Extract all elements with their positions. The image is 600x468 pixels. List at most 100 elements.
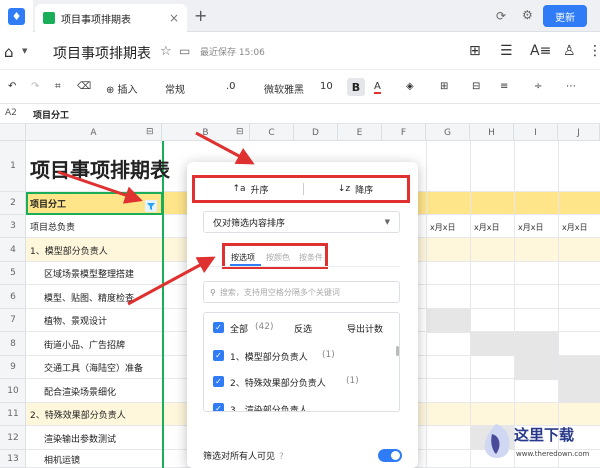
tab-by-color[interactable]: 按颜色 [266, 252, 290, 263]
more-tools-icon[interactable]: ⋯ [566, 81, 576, 92]
border-icon[interactable]: ⊞ [440, 81, 448, 92]
menu-icon[interactable]: ☰ [500, 43, 513, 59]
column-header[interactable]: A [26, 124, 162, 141]
bold-button[interactable]: B [347, 78, 365, 96]
row-number[interactable]: 8 [0, 332, 26, 356]
date-cell[interactable]: x月x日 [562, 222, 587, 233]
row-number[interactable]: 2 [0, 192, 26, 215]
valign-icon[interactable]: ÷ [534, 81, 542, 92]
toggle-knob [391, 451, 400, 460]
format-painter-icon[interactable]: ⌗ [55, 81, 61, 92]
undo-icon[interactable]: ↶ [8, 81, 16, 92]
checkbox-item[interactable]: ✓ [213, 403, 224, 411]
date-cell[interactable]: x月x日 [518, 222, 543, 233]
cell-a6[interactable]: 模型、贴图、精度检查 [44, 285, 134, 309]
add-icon[interactable]: ⊞ [469, 43, 481, 59]
align-icon[interactable]: ≡ [500, 81, 508, 92]
row-number[interactable]: 5 [0, 262, 26, 285]
row-number[interactable]: 10 [0, 379, 26, 403]
chevron-down-icon[interactable]: ▼ [22, 47, 27, 55]
filter-item-count: (1) [322, 350, 335, 360]
tab-by-value[interactable]: 按选项 [231, 252, 255, 263]
cell-a5[interactable]: 区域场景模型整理搭建 [44, 262, 134, 285]
help-icon[interactable]: ? [279, 452, 284, 462]
redo-icon[interactable]: ↷ [31, 81, 39, 92]
row-number[interactable]: 6 [0, 285, 26, 309]
column-divider [426, 141, 427, 468]
export-count-button[interactable]: 导出计数 [347, 322, 383, 335]
home-icon[interactable]: ⌂ [4, 43, 14, 61]
tab-by-condition[interactable]: 按条件 [299, 252, 323, 263]
filter-icon[interactable]: ⊟ [146, 127, 154, 137]
number-format-select[interactable]: 常规 [165, 81, 185, 96]
row-number[interactable]: 13 [0, 450, 26, 468]
text-style-icon[interactable]: A≡ [530, 43, 551, 59]
cell-a12[interactable]: 渲染输出参数测试 [44, 426, 116, 450]
column-header[interactable]: F [382, 124, 426, 141]
doc-tab[interactable]: 项目事项排期表 × [35, 4, 187, 32]
app-logo[interactable]: ♦ [0, 0, 33, 32]
row-number[interactable]: 9 [0, 356, 26, 379]
invert-selection-button[interactable]: 反选 [294, 322, 312, 335]
cell-a9[interactable]: 交通工具（海陆空）准备 [44, 356, 143, 379]
cell-a2[interactable]: 项目分工 [30, 192, 66, 215]
folder-icon[interactable]: ▭ [179, 44, 190, 58]
row-number[interactable]: 4 [0, 238, 26, 262]
cell-a8[interactable]: 街道小品、广告招牌 [44, 332, 125, 356]
filter-search-input[interactable]: ⚲ 搜索，支持用空格分隔多个关键词 [203, 281, 400, 303]
checkbox-item[interactable]: ✓ [213, 350, 224, 361]
column-header[interactable]: G [426, 124, 470, 141]
new-tab-button[interactable]: + [194, 6, 207, 25]
filter-active-icon[interactable] [145, 200, 157, 212]
update-button[interactable]: 更新 [543, 5, 587, 27]
settings-icon[interactable]: ⚙ [522, 8, 533, 22]
cell-a10[interactable]: 配合渲染场景细化 [44, 379, 116, 403]
scrollbar[interactable] [396, 346, 399, 356]
date-cell[interactable]: x月x日 [430, 222, 455, 233]
font-select[interactable]: 微软雅黑 [264, 81, 304, 96]
row-number[interactable]: 7 [0, 309, 26, 332]
filter-icon[interactable]: ⊟ [236, 127, 244, 137]
column-header[interactable]: C [250, 124, 294, 141]
visible-to-all-toggle[interactable] [378, 449, 402, 462]
select-all-corner[interactable] [0, 124, 26, 141]
decimal-select[interactable]: .0 [226, 81, 236, 92]
sort-ascending-button[interactable]: ↑a 升序 [198, 180, 303, 198]
cell-a11[interactable]: 2、特殊效果部分负责人 [30, 403, 126, 426]
row-number[interactable]: 11 [0, 403, 26, 426]
star-icon[interactable]: ☆ [160, 44, 172, 59]
cell-reference[interactable]: A2 [5, 108, 17, 118]
eraser-icon[interactable]: ⌫ [77, 81, 91, 92]
column-header[interactable]: J [558, 124, 600, 141]
row-number[interactable]: 3 [0, 215, 26, 238]
date-cell[interactable]: x月x日 [474, 222, 499, 233]
cell-a3[interactable]: 项目总负责 [30, 215, 75, 238]
sort-descending-button[interactable]: ↓z 降序 [303, 180, 408, 198]
column-header[interactable]: H [470, 124, 514, 141]
cell-a4[interactable]: 1、模型部分负责人 [30, 238, 108, 262]
page-title[interactable]: 项目事项排期表 [53, 43, 151, 63]
close-icon[interactable]: × [169, 11, 179, 25]
font-size-select[interactable]: 10 [320, 81, 333, 92]
insert-button[interactable]: ⊕ 插入 [106, 81, 138, 96]
sort-scope-select[interactable]: 仅对筛选内容排序 ▼ [203, 211, 400, 233]
column-header[interactable]: E [338, 124, 382, 141]
add-user-icon[interactable]: ♙ [563, 43, 576, 59]
row-number[interactable]: 12 [0, 426, 26, 450]
cell-a7[interactable]: 植物、景观设计 [44, 309, 107, 332]
refresh-icon[interactable]: ⟳ [496, 9, 506, 23]
app-logo-icon: ♦ [8, 7, 25, 25]
column-header[interactable]: D [294, 124, 338, 141]
checkbox-all[interactable]: ✓ [213, 322, 224, 333]
checkbox-item[interactable]: ✓ [213, 376, 224, 387]
cell-a13[interactable]: 相机运镜 [44, 450, 80, 468]
schedule-block [426, 309, 470, 333]
formula-content[interactable]: 项目分工 [33, 108, 69, 121]
row-number[interactable]: 1 [0, 141, 26, 192]
fill-color-icon[interactable]: ◈ [406, 81, 414, 92]
more-icon[interactable]: ⋮ [588, 43, 600, 59]
font-color-button[interactable]: A [374, 81, 381, 94]
merge-icon[interactable]: ⊟ [472, 81, 480, 92]
sheet-title[interactable]: 项目事项排期表 [30, 154, 170, 183]
column-header[interactable]: I [514, 124, 558, 141]
